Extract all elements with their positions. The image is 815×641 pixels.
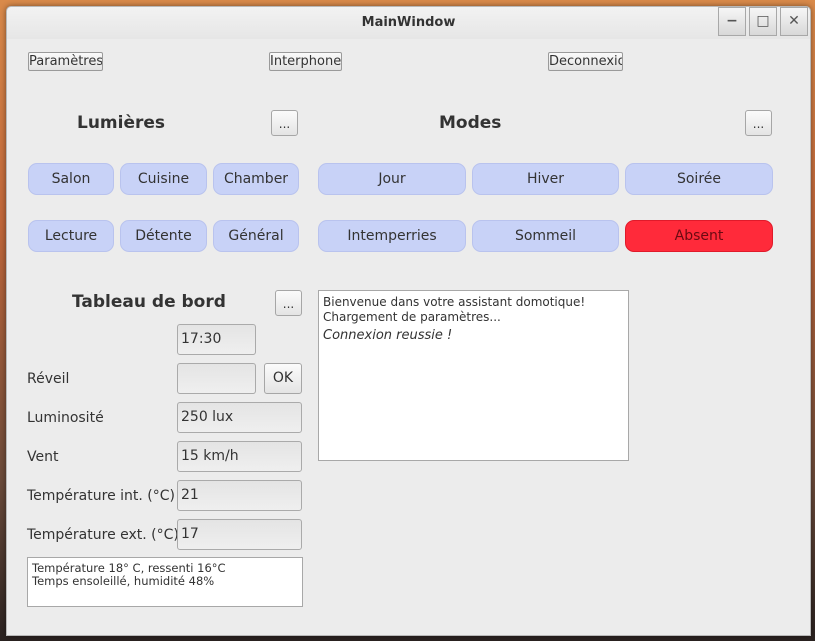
temp-int-field[interactable]: 21 (177, 480, 302, 511)
vent-label: Vent (27, 449, 59, 465)
mode-sommeil-button[interactable]: Sommeil (472, 220, 619, 252)
weather-textbox[interactable]: Température 18° C, ressenti 16°C Temps e… (27, 557, 303, 607)
light-detente-button[interactable]: Détente (120, 220, 207, 252)
modes-more-button[interactable]: ... (745, 110, 772, 136)
minimize-icon[interactable]: − (718, 7, 746, 36)
temp-ext-field[interactable]: 17 (177, 519, 302, 550)
log-textbox[interactable]: Bienvenue dans votre assistant domotique… (318, 290, 629, 461)
connection-status: Connexion reussie ! (323, 328, 453, 343)
time-field[interactable]: 17:30 (177, 324, 256, 355)
close-icon[interactable]: ✕ (780, 7, 808, 36)
weather-line: Temps ensoleillé, humidité 48% (32, 574, 215, 588)
reveil-label: Réveil (27, 371, 70, 387)
luminosite-field[interactable]: 250 lux (177, 402, 302, 433)
vent-field[interactable]: 15 km/h (177, 441, 302, 472)
reveil-field[interactable] (177, 363, 256, 394)
lumieres-title: Lumières (77, 113, 166, 133)
parametres-button[interactable]: Paramètres (28, 52, 103, 71)
main-window: MainWindow − □ ✕ Paramètres Interphone D… (6, 6, 811, 636)
dashboard-title: Tableau de bord (72, 292, 226, 312)
light-general-button[interactable]: Général (213, 220, 299, 252)
lumieres-more-button[interactable]: ... (271, 110, 298, 136)
interphone-button[interactable]: Interphone (269, 52, 342, 71)
light-lecture-button[interactable]: Lecture (28, 220, 114, 252)
light-chamber-button[interactable]: Chamber (213, 163, 299, 195)
log-line: Bienvenue dans votre assistant domotique… (323, 295, 586, 309)
mode-absent-button[interactable]: Absent (625, 220, 773, 252)
mode-intemperries-button[interactable]: Intemperries (318, 220, 466, 252)
title-bar[interactable]: MainWindow − □ ✕ (7, 7, 810, 39)
light-salon-button[interactable]: Salon (28, 163, 114, 195)
mode-jour-button[interactable]: Jour (318, 163, 466, 195)
maximize-icon[interactable]: □ (749, 7, 777, 36)
modes-title: Modes (439, 113, 502, 133)
reveil-ok-button[interactable]: OK (264, 363, 302, 394)
window-title: MainWindow (361, 15, 456, 30)
deconnexion-button[interactable]: Deconnexion (548, 52, 623, 71)
temp-ext-label: Température ext. (°C) (27, 527, 179, 543)
log-line: Chargement de paramètres... (323, 310, 501, 324)
mode-soiree-button[interactable]: Soirée (625, 163, 773, 195)
light-cuisine-button[interactable]: Cuisine (120, 163, 207, 195)
mode-hiver-button[interactable]: Hiver (472, 163, 619, 195)
dashboard-more-button[interactable]: ... (275, 290, 302, 316)
luminosite-label: Luminosité (27, 410, 104, 426)
temp-int-label: Température int. (°C) (27, 488, 175, 504)
